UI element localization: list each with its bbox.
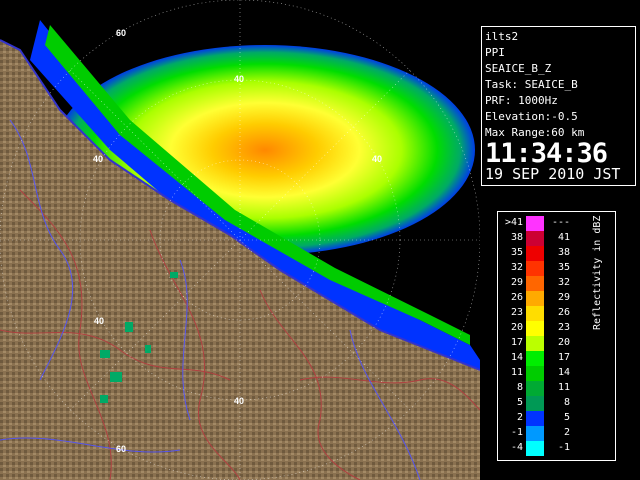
legend-upper-bound: 2 <box>563 427 570 438</box>
legend-upper-bound: 38 <box>557 247 570 258</box>
legend-upper-bound: 23 <box>557 322 570 333</box>
legend-upper-bound: 17 <box>557 352 570 363</box>
legend-lower-bound: 29 <box>510 277 523 288</box>
legend-color-swatch <box>526 216 544 231</box>
site-name: ilts2 <box>485 30 519 43</box>
legend-lower-bound: 8 <box>516 382 523 393</box>
legend-lower-bound: 17 <box>510 337 523 348</box>
legend-color-swatch <box>526 336 544 351</box>
legend-lower-bound: -4 <box>510 442 523 453</box>
legend-upper-bound: -1 <box>557 442 570 453</box>
legend-upper-bound: 29 <box>557 292 570 303</box>
range-label-40-east: 40 <box>372 154 382 164</box>
legend-upper-bound: 5 <box>563 412 570 423</box>
legend-color-swatch <box>526 411 544 426</box>
legend-lower-bound: 26 <box>510 292 523 303</box>
legend-lower-bound: >41 <box>504 217 523 228</box>
legend-lower-bound: 14 <box>510 352 523 363</box>
elevation-value: Elevation:-0.5 <box>485 110 578 123</box>
legend-upper-bound: 14 <box>557 367 570 378</box>
legend-color-swatch <box>526 291 544 306</box>
side-panel: ilts2 PPI SEAICE_B_Z Task: SEAICE_B PRF:… <box>480 0 640 480</box>
radar-ppi-map: 60 40 40 40 40 40 60 <box>0 0 480 480</box>
scan-type: PPI <box>485 46 505 59</box>
legend-upper-bound: --- <box>551 217 570 228</box>
legend-color-swatch <box>526 261 544 276</box>
legend-upper-bound: 8 <box>563 397 570 408</box>
legend-color-swatch <box>526 426 544 441</box>
legend-lower-bound: -1 <box>510 427 523 438</box>
scan-info-box: ilts2 PPI SEAICE_B_Z Task: SEAICE_B PRF:… <box>481 26 636 186</box>
legend-title: Reflectivity in dBZ <box>592 215 603 330</box>
legend-lower-bound: 2 <box>516 412 523 423</box>
legend-color-swatch <box>526 396 544 411</box>
legend-lower-bound: 20 <box>510 322 523 333</box>
product-name: SEAICE_B_Z <box>485 62 552 75</box>
range-label-60-south: 60 <box>116 444 126 454</box>
legend-lower-bound: 38 <box>510 232 523 243</box>
legend-lower-bound: 32 <box>510 262 523 273</box>
legend-upper-bound: 26 <box>557 307 570 318</box>
legend-color-swatch <box>526 321 544 336</box>
range-label-40-south: 40 <box>234 396 244 406</box>
legend-upper-bound: 32 <box>557 277 570 288</box>
legend-color-swatch <box>526 381 544 396</box>
legend-color-swatch <box>526 276 544 291</box>
prf-value: PRF: 1000Hz <box>485 94 558 107</box>
legend-upper-bound: 11 <box>557 382 570 393</box>
legend-color-swatch <box>526 441 544 456</box>
legend-upper-bound: 41 <box>557 232 570 243</box>
legend-lower-bound: 23 <box>510 307 523 318</box>
legend-color-swatch <box>526 246 544 261</box>
legend-lower-bound: 5 <box>516 397 523 408</box>
legend-color-swatch <box>526 366 544 381</box>
legend-lower-bound: 11 <box>510 367 523 378</box>
range-label-40-southwest: 40 <box>94 316 104 326</box>
legend-upper-bound: 35 <box>557 262 570 273</box>
scan-date: 19 SEP 2010 JST <box>485 165 621 183</box>
task-name: Task: SEAICE_B <box>485 78 578 91</box>
range-label-60-north: 60 <box>116 28 126 38</box>
legend-color-swatch <box>526 351 544 366</box>
legend-lower-bound: 35 <box>510 247 523 258</box>
legend-color-swatch <box>526 306 544 321</box>
range-label-40-west: 40 <box>93 154 103 164</box>
range-label-40-north: 40 <box>234 74 244 84</box>
legend-color-swatch <box>526 231 544 246</box>
legend-upper-bound: 20 <box>557 337 570 348</box>
